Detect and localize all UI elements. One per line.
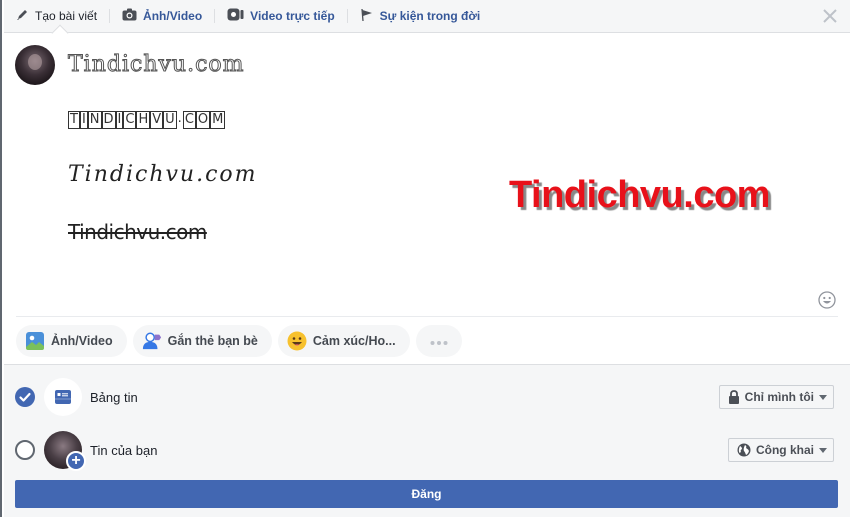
action-label: Gắn thẻ bạn bè [167,334,258,348]
destination-label: Bảng tin [90,389,138,405]
composer-actions: Ảnh/Video Gắn thẻ bạn bè Cảm xúc/Ho... [16,325,468,357]
boxed-char: I [115,111,124,129]
add-story-icon: + [66,451,86,471]
boxed-char: I [79,111,88,129]
destination-news-feed: Bảng tin Chỉ mình tôi [4,377,850,417]
more-options-button[interactable] [415,325,462,357]
privacy-selector-public[interactable]: Công khai [727,438,834,462]
action-label: Ảnh/Video [51,334,113,348]
watermark-text: Tindichvu.com [509,174,770,216]
post-text-line-boxed[interactable]: T I N D I C H V U . C O M [68,111,226,129]
boxed-char: N [87,111,102,129]
tab-live-video[interactable]: Video trực tiếp [223,0,339,33]
tab-label: Ảnh/Video [143,9,203,23]
tab-life-event[interactable]: Sự kiện trong đời [356,0,485,33]
globe-icon [737,443,751,457]
chevron-down-icon [819,394,827,400]
post-text-line-strikethrough[interactable]: Tindichvu.com [68,220,207,244]
tab-separator [109,9,111,23]
post-button[interactable]: Đăng [15,480,838,508]
close-icon[interactable] [822,8,838,24]
divider [16,316,838,317]
lock-icon [728,390,740,404]
boxed-char: H [136,111,151,129]
flag-icon [360,8,374,25]
camera-icon [122,8,137,24]
boxed-char: O [195,111,211,129]
privacy-selector-only-me[interactable]: Chỉ mình tôi [718,385,834,409]
boxed-char: D [101,111,116,129]
boxed-char: T [68,111,80,129]
share-destinations: Bảng tin Chỉ mình tôi + Tin của bạn Công… [4,364,850,517]
post-text-line-outline[interactable]: Tindichvu.com [68,52,245,78]
tab-label: Tạo bài viết [35,9,98,23]
smiley-icon[interactable] [818,291,836,309]
composer-tabs: Tạo bài viết Ảnh/Video Video trực tiếp S… [4,0,850,33]
tab-separator [214,9,216,23]
tab-photo-video[interactable]: Ảnh/Video [118,0,206,33]
create-post-dialog: Tạo bài viết Ảnh/Video Video trực tiếp S… [0,0,850,517]
action-label: Cảm xúc/Ho... [312,334,396,348]
destination-your-story: + Tin của bạn Công khai [4,430,850,471]
tab-label: Video trực tiếp [250,9,335,23]
news-feed-checkbox[interactable] [15,387,35,407]
story-checkbox[interactable] [15,440,35,460]
chevron-down-icon [819,447,827,453]
boxed-char: C [123,111,137,129]
boxed-char: C [182,111,196,129]
privacy-label: Chỉ mình tôi [744,390,814,404]
tab-label: Sự kiện trong đời [379,9,481,23]
more-icon [430,334,448,348]
news-feed-icon [44,378,82,416]
tag-friends-button[interactable]: Gắn thẻ bạn bè [132,325,272,357]
avatar [15,45,55,85]
boxed-char: V [150,111,164,129]
feeling-activity-button[interactable]: Cảm xúc/Ho... [277,325,410,357]
photo-icon [25,331,45,351]
post-text-line-script[interactable]: Tindichvu.com [68,162,258,187]
video-camera-icon [227,8,244,24]
tag-friends-icon [142,331,162,351]
pencil-icon [16,8,29,24]
boxed-char: M [210,111,226,129]
boxed-char: U [163,111,177,129]
feeling-emoji-icon [287,331,307,351]
destination-label: Tin của bạn [90,442,158,458]
photo-video-button[interactable]: Ảnh/Video [16,325,127,357]
privacy-label: Công khai [755,443,814,457]
post-composer[interactable]: Tindichvu.com T I N D I C H V U . C O M … [4,34,850,364]
tab-separator [346,9,348,23]
